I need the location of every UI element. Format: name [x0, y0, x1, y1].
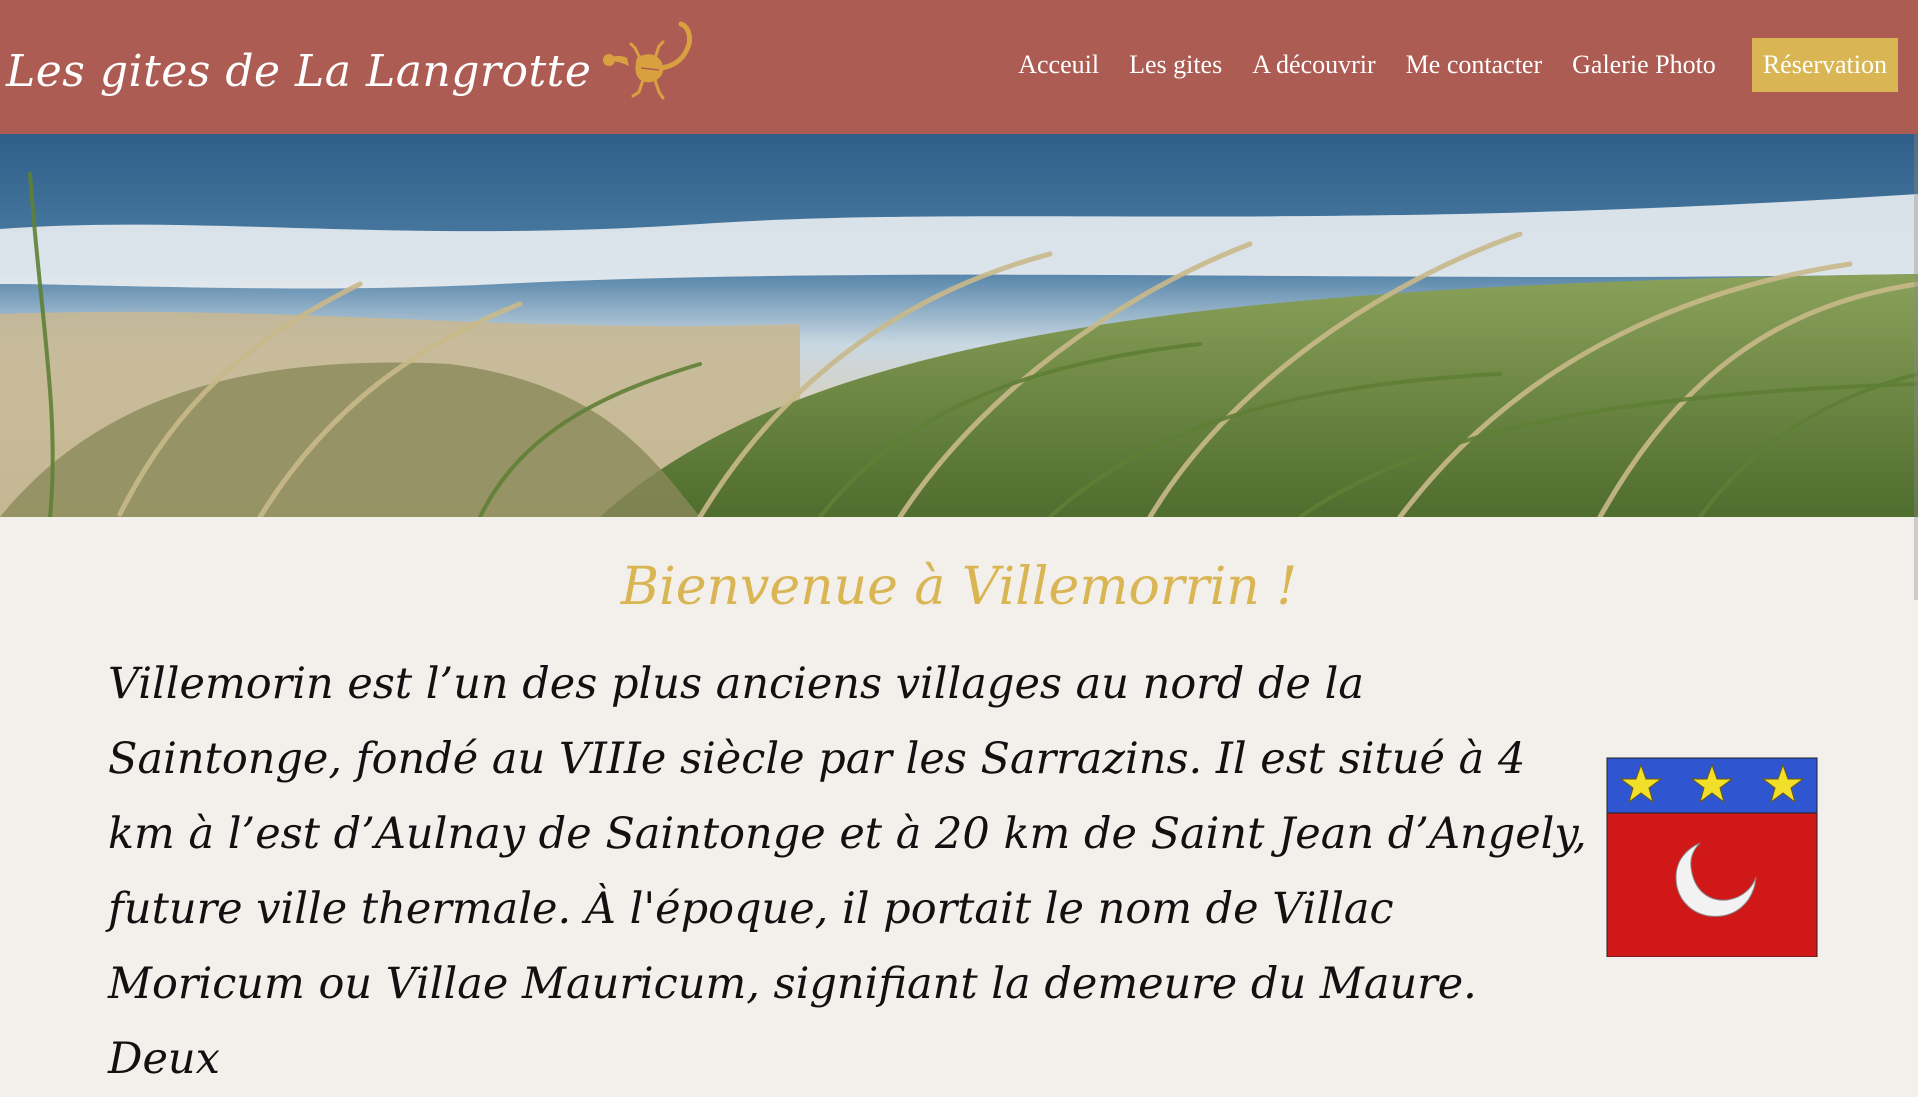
intro-paragraph: Villemorin est l’un des plus anciens vil… [108, 659, 1587, 1084]
nav-item-galerie-photo[interactable]: Galerie Photo [1557, 50, 1731, 80]
main-content: Bienvenue à Villemorrin ! Villemorin est… [0, 517, 1918, 1084]
nav-item-acceuil[interactable]: Acceuil [1003, 50, 1114, 80]
main-nav: Acceuil Les gites A découvrir Me contact… [1003, 38, 1898, 92]
page-scrollbar[interactable] [1914, 134, 1918, 600]
hero-banner-image [0, 134, 1918, 517]
coat-of-arms-image [1606, 757, 1818, 961]
brand-logo-link[interactable]: Les gites de La Langrotte [6, 21, 695, 114]
site-header: Les gites de La Langrotte Acceuil Les gi… [0, 0, 1918, 134]
nav-item-me-contacter[interactable]: Me contacter [1391, 50, 1557, 80]
nav-item-les-gites[interactable]: Les gites [1114, 50, 1237, 80]
reservation-button[interactable]: Réservation [1751, 38, 1898, 92]
beach-dune-grass-photo [0, 134, 1918, 517]
welcome-heading: Bienvenue à Villemorrin ! [620, 557, 1298, 617]
crescent-stars-crest-icon [1606, 757, 1818, 958]
brand-title: Les gites de La Langrotte [6, 45, 592, 97]
nav-item-a-decouvrir[interactable]: A découvrir [1237, 50, 1390, 80]
gecko-icon [597, 20, 695, 114]
